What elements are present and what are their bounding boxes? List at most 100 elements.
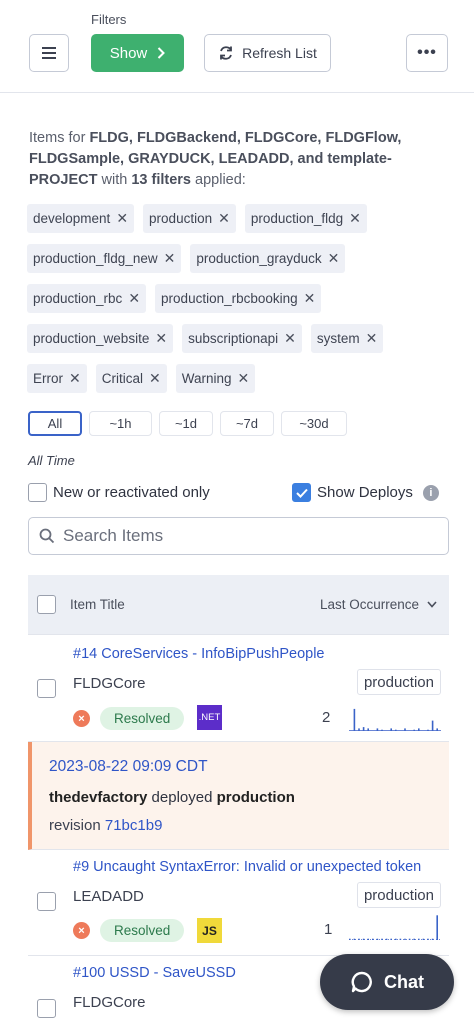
chevron-down-icon: [427, 601, 437, 608]
filter-summary: Items for FLDG, FLDGBackend, FLDGCore, F…: [29, 128, 449, 191]
summary-middle: with: [97, 172, 132, 188]
filter-tag-label: production_fldg: [250, 211, 344, 226]
remove-filter-icon[interactable]: ✕: [366, 330, 378, 347]
show-deploys-checkbox[interactable]: [292, 483, 311, 502]
search-icon: [39, 528, 55, 544]
remove-filter-icon[interactable]: ✕: [284, 330, 296, 347]
sparkline-bar: [381, 729, 383, 731]
more-options-button[interactable]: •••: [406, 34, 448, 72]
chat-label: Chat: [384, 971, 424, 992]
search-input[interactable]: Search Items: [28, 517, 449, 555]
remove-filter-icon[interactable]: ✕: [218, 210, 230, 227]
time-range-label: All Time: [28, 453, 75, 468]
table-row[interactable]: #9 Uncaught SyntaxError: Invalid or unex…: [28, 850, 449, 956]
filter-tag: production_fldg_new ✕: [27, 244, 182, 273]
row-checkbox[interactable]: [37, 679, 56, 698]
item-title-link[interactable]: #14 CoreServices - InfoBipPushPeople: [73, 646, 403, 662]
sparkline-bar: [422, 938, 425, 940]
remove-filter-icon[interactable]: ✕: [149, 370, 161, 387]
sparkline-bar: [376, 728, 379, 731]
chat-button[interactable]: Chat: [320, 954, 454, 1010]
select-all-checkbox[interactable]: [37, 595, 56, 614]
filter-tag: Critical ✕: [95, 364, 167, 393]
time-range-option[interactable]: All: [28, 411, 82, 436]
filter-tag: production_rbcbooking ✕: [155, 284, 322, 313]
filter-tag-label: development: [33, 211, 111, 226]
chat-bubble-icon: [351, 971, 372, 993]
refresh-icon: [220, 46, 233, 60]
sparkline-bar: [358, 938, 360, 940]
sparkline-bar: [395, 729, 397, 731]
summary-prefix: Items for: [29, 130, 90, 146]
revision-link[interactable]: 71bc1b9: [105, 817, 163, 834]
remove-filter-icon[interactable]: ✕: [164, 250, 176, 267]
occurrence-count: 1: [324, 921, 333, 938]
refresh-label: Refresh List: [242, 45, 317, 61]
status-badge[interactable]: Resolved: [100, 707, 185, 730]
time-range-option[interactable]: ~30d: [281, 411, 347, 436]
sparkline-bar: [436, 728, 438, 731]
time-range-option[interactable]: ~1d: [159, 411, 213, 436]
filter-tag: Warning ✕: [175, 364, 256, 393]
hamburger-icon: [42, 47, 56, 59]
remove-filter-icon[interactable]: ✕: [328, 250, 340, 267]
sparkline-bar: [395, 938, 397, 940]
sparkline-bar: [408, 938, 411, 940]
filter-tag: production_fldg ✕: [244, 204, 367, 233]
row-checkbox[interactable]: [37, 999, 56, 1018]
deploy-date[interactable]: 2023-08-22 09:09 CDT: [49, 758, 208, 776]
status-badge[interactable]: Resolved: [100, 919, 185, 942]
sparkline-bar: [353, 708, 356, 731]
project-name: LEADADD: [73, 888, 144, 905]
sparkline-bar: [362, 938, 365, 940]
environment-badge: production: [356, 882, 441, 908]
time-range-option[interactable]: ~7d: [220, 411, 274, 436]
deploy-environment: production: [216, 789, 295, 806]
info-icon[interactable]: i: [422, 484, 439, 501]
time-range-selector: All ~1h ~1d ~7d ~30d: [28, 411, 347, 436]
filter-tag: subscriptionapi ✕: [182, 324, 302, 353]
remove-filter-icon[interactable]: ✕: [69, 370, 81, 387]
remove-filter-icon[interactable]: ✕: [116, 210, 128, 227]
filter-tag-label: Critical: [101, 371, 143, 386]
sparkline-bar: [413, 729, 415, 731]
show-deploys-toggle[interactable]: Show Deploys i: [292, 483, 439, 502]
menu-button[interactable]: [29, 34, 69, 72]
occurrence-count: 2: [322, 709, 331, 726]
remove-filter-icon[interactable]: ✕: [128, 290, 140, 307]
sort-last-occurrence[interactable]: Last Occurrence: [320, 597, 437, 612]
sparkline-bar: [404, 728, 406, 731]
sparkline-bar: [381, 938, 383, 940]
remove-filter-icon[interactable]: ✕: [155, 330, 167, 347]
project-name: FLDGCore: [73, 994, 146, 1011]
sparkline-bar: [427, 729, 429, 731]
show-filters-button[interactable]: Show: [91, 34, 184, 72]
filter-tag-label: production: [149, 211, 213, 226]
filter-tag: production_grayduck ✕: [190, 244, 346, 273]
item-title-link[interactable]: #9 Uncaught SyntaxError: Invalid or unex…: [73, 859, 443, 875]
filter-tag-label: production_rbc: [33, 291, 123, 306]
chevron-right-icon: [158, 47, 166, 59]
remove-filter-icon[interactable]: ✕: [238, 370, 250, 387]
dotnet-language-icon: .NET: [197, 705, 222, 730]
refresh-list-button[interactable]: Refresh List: [204, 34, 331, 72]
new-only-toggle[interactable]: New or reactivated only: [28, 483, 210, 502]
remove-filter-icon[interactable]: ✕: [304, 290, 316, 307]
filter-tag-label: subscriptionapi: [188, 331, 279, 346]
filter-tag-label: production_website: [33, 331, 150, 346]
sparkline-bar: [367, 938, 369, 940]
sparkline-bar: [431, 720, 434, 731]
time-range-option[interactable]: ~1h: [89, 411, 152, 436]
deploy-revision: revision 71bc1b9: [49, 817, 162, 834]
sparkline-bar: [413, 938, 415, 940]
filters-label: Filters: [91, 12, 127, 27]
row-checkbox[interactable]: [37, 892, 56, 911]
filter-tag-label: Warning: [181, 371, 232, 386]
new-only-checkbox[interactable]: [28, 483, 47, 502]
filter-tag-label: production_fldg_new: [33, 251, 158, 266]
sparkline-bar: [427, 938, 429, 940]
table-row[interactable]: #14 CoreServices - InfoBipPushPeople FLD…: [28, 635, 449, 742]
remove-filter-icon[interactable]: ✕: [349, 210, 361, 227]
resolved-status-icon: ×: [73, 922, 90, 939]
filter-tag: production_website ✕: [27, 324, 174, 353]
